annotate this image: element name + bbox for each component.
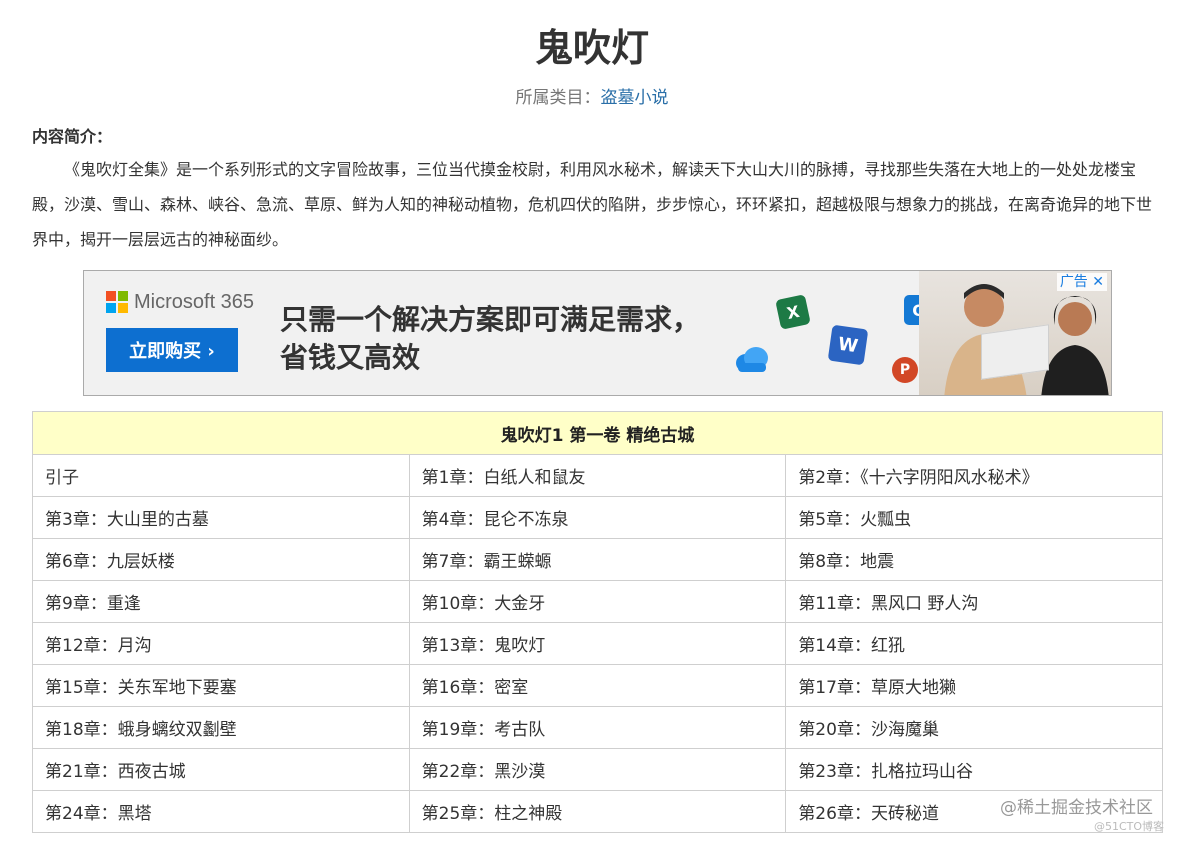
table-row: 第24章：黑塔 第25章：柱之神殿 第26章：天砖秘道 [32,790,1163,833]
ad-brand: Microsoft 365 [134,291,255,313]
ad-buy-button[interactable]: 立即购买 › [106,328,238,372]
chapter-link[interactable]: 第23章：扎格拉玛山谷 [798,762,973,782]
chapter-link[interactable]: 第8章：地震 [798,552,894,572]
chapter-cell: 第15章：关东军地下要塞 [32,664,410,707]
chapter-link[interactable]: 第22章：黑沙漠 [422,762,546,782]
word-icon: W [827,324,869,366]
chapter-link[interactable]: 第12章：月沟 [45,636,152,656]
ad-slogan-line1: 只需一个解决方案即可满足需求， [280,303,701,336]
chapter-cell: 第17章：草原大地獭 [785,664,1163,707]
table-row: 第3章：大山里的古墓 第4章：昆仑不冻泉 第5章：火瓢虫 [32,496,1163,539]
chapter-cell: 第21章：西夜古城 [32,748,410,791]
chapter-link[interactable]: 第11章：黑风口 野人沟 [798,594,978,614]
chapter-link[interactable]: 第16章：密室 [422,678,529,698]
chapter-cell: 第22章：黑沙漠 [408,748,787,791]
table-row: 第21章：西夜古城 第22章：黑沙漠 第23章：扎格拉玛山谷 [32,748,1163,791]
chapter-cell: 引子 [32,454,410,497]
chapter-link[interactable]: 第9章：重逢 [45,594,141,614]
person-icon [1041,296,1109,395]
chapter-link[interactable]: 第21章：西夜古城 [45,762,186,782]
ad-slogan: 只需一个解决方案即可满足需求， 省钱又高效 [280,301,740,377]
chapter-cell: 第3章：大山里的古墓 [32,496,410,539]
book-title: 鬼吹灯 [534,26,649,70]
laptop-icon [981,324,1049,380]
chapter-cell: 第16章：密室 [408,664,787,707]
chapter-cell: 第13章：鬼吹灯 [408,622,787,665]
ad-slogan-line2: 省钱又高效 [280,341,421,374]
microsoft-logo-icon [106,291,128,313]
chapter-link[interactable]: 第2章：《十六字阴阳风水秘术》 [798,468,1038,488]
chapter-cell: 第7章：霸王蝾螈 [408,538,787,581]
chapter-link[interactable]: 第18章：蛾身螭纹双劙壁 [45,720,237,740]
ad-close-tag[interactable]: 广告 ✕ [1056,273,1107,291]
chapter-cell: 第14章：红犼 [785,622,1163,665]
table-row: 引子 第1章：白纸人和鼠友 第2章：《十六字阴阳风水秘术》 [32,454,1163,497]
chapter-table: 鬼吹灯1 第一卷 精绝古城 引子 第1章：白纸人和鼠友 第2章：《十六字阴阳风水秘术… [32,411,1163,833]
chapter-cell: 第4章：昆仑不冻泉 [408,496,787,539]
chapter-link[interactable]: 第7章：霸王蝾螈 [422,552,552,572]
category-link[interactable]: 盗墓小说 [601,88,669,108]
table-row: 第15章：关东军地下要塞 第16章：密室 第17章：草原大地獭 [32,664,1163,707]
chapter-link[interactable]: 第13章：鬼吹灯 [422,636,546,656]
chapter-cell: 第2章：《十六字阴阳风水秘术》 [785,454,1163,497]
chapter-link[interactable]: 第24章：黑塔 [45,804,152,824]
volume-title: 鬼吹灯1 第一卷 精绝古城 [32,411,1163,455]
chapter-link[interactable]: 第1章：白纸人和鼠友 [422,468,586,488]
chapter-cell: 第5章：火瓢虫 [785,496,1163,539]
chapter-cell: 第24章：黑塔 [32,790,410,833]
chapter-list: 引子 第1章：白纸人和鼠友 第2章：《十六字阴阳风水秘术》第3章：大山里的古墓 第4章… [32,454,1163,833]
table-row: 第9章：重逢 第10章：大金牙 第11章：黑风口 野人沟 [32,580,1163,623]
chapter-cell: 第25章：柱之神殿 [408,790,787,833]
chapter-cell: 第9章：重逢 [32,580,410,623]
chapter-link[interactable]: 第5章：火瓢虫 [798,510,911,530]
chapter-link[interactable]: 第19章：考古队 [422,720,546,740]
category-line: 所属类目：盗墓小说 [0,86,1184,110]
chapter-cell: 第20章：沙海魔巢 [785,706,1163,749]
chapter-link[interactable]: 第26章：天砖秘道 [798,804,939,824]
chapter-cell: 第12章：月沟 [32,622,410,665]
chapter-link[interactable]: 第6章：九层妖楼 [45,552,175,572]
chapter-link[interactable]: 第25章：柱之神殿 [422,804,563,824]
intro-heading: 内容简介： [32,127,113,146]
chapter-link[interactable]: 第14章：红犼 [798,636,905,656]
chapter-cell: 第8章：地震 [785,538,1163,581]
chapter-link[interactable]: 第17章：草原大地獭 [798,678,956,698]
intro-text: 《鬼吹灯全集》是一个系列形式的文字冒险故事，三位当代摸金校尉，利用风水秘术，解读… [32,160,1153,249]
advertisement-banner[interactable]: Microsoft 365 立即购买 › 只需一个解决方案即可满足需求， 省钱又… [83,270,1112,396]
table-row: 第6章：九层妖楼 第7章：霸王蝾螈 第8章：地震 [32,538,1163,581]
chapter-cell: 第18章：蛾身螭纹双劙壁 [32,706,410,749]
chapter-cell: 第1章：白纸人和鼠友 [408,454,787,497]
category-label: 所属类目： [515,88,601,108]
chapter-link[interactable]: 第4章：昆仑不冻泉 [422,510,569,530]
table-row: 第12章：月沟 第13章：鬼吹灯 第14章：红犼 [32,622,1163,665]
chapter-cell: 第19章：考古队 [408,706,787,749]
chapter-link[interactable]: 第3章：大山里的古墓 [45,510,209,530]
cloud-icon [736,347,768,372]
chapter-link[interactable]: 引子 [45,468,79,488]
chapter-link[interactable]: 第15章：关东军地下要塞 [45,678,237,698]
chapter-link[interactable]: 第20章：沙海魔巢 [798,720,939,740]
chapter-cell: 第23章：扎格拉玛山谷 [785,748,1163,791]
excel-icon: X [775,294,811,330]
chapter-cell: 第6章：九层妖楼 [32,538,410,581]
chapter-cell: 第11章：黑风口 野人沟 [785,580,1163,623]
chapter-cell: 第10章：大金牙 [408,580,787,623]
watermark-sub: @51CTO博客 [1094,820,1165,833]
powerpoint-icon: P [892,357,918,383]
watermark: @稀土掘金技术社区 [1000,797,1153,819]
table-row: 第18章：蛾身螭纹双劙壁 第19章：考古队 第20章：沙海魔巢 [32,706,1163,749]
chapter-link[interactable]: 第10章：大金牙 [422,594,546,614]
